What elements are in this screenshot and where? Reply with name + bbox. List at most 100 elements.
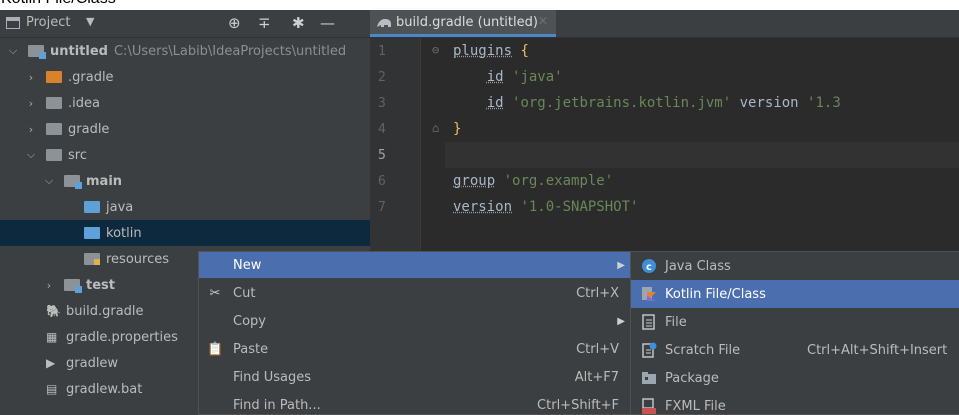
submenu-item-fxml-file[interactable]: FXML File <box>631 392 959 414</box>
menu-item-find-usages[interactable]: Find Usages Alt+F7 <box>199 364 631 390</box>
tree-item-label: kotlin <box>106 225 142 241</box>
submenu-arrow-icon: ▶ <box>617 259 625 271</box>
gear-icon[interactable]: ✱ <box>292 14 305 32</box>
code-token: 'org.example' <box>503 173 614 189</box>
line-number: 7 <box>378 200 386 215</box>
gradle-elephant-icon <box>377 19 391 27</box>
code-line[interactable]: group 'org.example' <box>453 168 613 194</box>
tab-build-gradle[interactable]: build.gradle (untitled) ✕ <box>370 10 556 37</box>
project-view-icon <box>6 17 20 29</box>
code-token: 'java' <box>512 69 563 85</box>
folder-icon <box>46 123 62 135</box>
close-icon[interactable]: ✕ <box>538 14 548 28</box>
context-menu: New ▶ ✂ Cut Ctrl+X Copy ▶ 📋 Paste Ctrl+V Find Usag… <box>198 251 632 415</box>
scratch-file-icon <box>642 342 657 358</box>
svg-text:c: c <box>646 262 652 273</box>
tree-item[interactable]: ⌵ src <box>0 142 370 168</box>
locate-file-icon[interactable]: ⊕ <box>228 14 241 32</box>
submenu-item-label: Scratch File <box>665 342 741 358</box>
tree-item-label: gradle.properties <box>66 329 178 345</box>
menu-item-label: Find Usages <box>233 369 312 385</box>
code-token: plugins <box>453 43 513 59</box>
submenu-item-scratch-file[interactable]: Scratch File Ctrl+Alt+Shift+Insert <box>631 336 959 364</box>
package-icon <box>642 372 656 384</box>
tree-item[interactable]: ⌵ untitled C:\Users\Labib\IdeaProjects\unt… <box>0 38 370 64</box>
menu-item-label: New <box>233 257 262 273</box>
menu-item-paste[interactable]: 📋 Paste Ctrl+V <box>199 336 631 362</box>
fxml-file-icon <box>642 398 656 414</box>
code-token: group <box>453 173 496 189</box>
chevron-right-icon[interactable]: › <box>24 97 38 110</box>
tree-item-label: gradlew.bat <box>66 381 143 397</box>
chevron-right-icon[interactable]: › <box>42 279 56 292</box>
tree-item-label: gradlew <box>66 355 119 371</box>
line-number: 1 <box>378 44 386 59</box>
caption-text: Kotlin File/Class <box>1 0 116 8</box>
code-token: version <box>731 95 808 111</box>
tree-item[interactable]: › .idea <box>0 90 370 116</box>
tree-item-label: src <box>68 147 87 163</box>
tree-item[interactable]: kotlin <box>0 220 370 246</box>
module-folder-icon <box>28 45 46 59</box>
submenu-item-kotlin-file-class[interactable]: Kotlin File/Class <box>631 280 959 308</box>
submenu-item-label: Package <box>665 370 719 386</box>
hide-panel-icon[interactable]: — <box>320 14 335 32</box>
chevron-down-icon[interactable]: ⌵ <box>42 174 56 188</box>
code-token: 'org.jetbrains.kotlin.jvm' <box>512 95 732 111</box>
menu-item-shortcut: Ctrl+X <box>576 285 619 301</box>
module-folder-icon <box>64 279 82 293</box>
tree-item-label: gradle <box>68 121 110 137</box>
submenu-item-file[interactable]: File <box>631 308 959 336</box>
fold-start-icon[interactable]: ⊖ <box>432 43 439 57</box>
java-class-icon: c <box>642 259 656 273</box>
tree-item-label: .gradle <box>68 69 114 85</box>
code-token: } <box>453 121 462 137</box>
tree-item[interactable]: java <box>0 194 370 220</box>
tree-item[interactable]: › .gradle <box>0 64 370 90</box>
submenu-item-package[interactable]: Package <box>631 364 959 392</box>
submenu-item-label: FXML File <box>665 398 726 414</box>
chevron-right-icon[interactable]: › <box>24 123 38 136</box>
chevron-down-icon[interactable]: ⌵ <box>6 44 20 58</box>
source-folder-icon <box>84 201 100 213</box>
code-token: id <box>486 95 504 111</box>
submenu-item-java-class[interactable]: c Java Class <box>631 252 959 280</box>
tree-item-label: build.gradle <box>66 303 144 319</box>
code-line[interactable] <box>445 142 959 168</box>
new-submenu: c Java Class Kotlin File/Class File Scratch … <box>630 251 959 415</box>
code-line[interactable]: } <box>453 116 461 142</box>
menu-item-new[interactable]: New ▶ <box>199 252 631 278</box>
line-number: 5 <box>378 148 386 163</box>
properties-file-icon: ▦ <box>46 330 58 344</box>
submenu-item-label: Java Class <box>665 258 731 274</box>
menu-item-copy[interactable]: Copy ▶ <box>199 308 631 334</box>
menu-item-cut[interactable]: ✂ Cut Ctrl+X <box>199 280 631 306</box>
code-token: '1.0-SNAPSHOT' <box>520 199 639 215</box>
code-line[interactable]: id 'org.jetbrains.kotlin.jvm' version '1… <box>453 90 841 116</box>
code-token: id <box>486 69 504 85</box>
fold-end-icon[interactable]: ⌂ <box>432 121 439 135</box>
collapse-all-icon[interactable]: ∓ <box>258 14 271 32</box>
project-view-selector[interactable]: Project <box>26 15 70 30</box>
code-line[interactable]: plugins { <box>453 38 529 64</box>
code-line[interactable]: version '1.0-SNAPSHOT' <box>453 194 638 220</box>
chevron-down-icon[interactable]: ▼ <box>86 15 94 28</box>
text-file-icon: ▤ <box>46 382 58 396</box>
line-number: 4 <box>378 122 386 137</box>
submenu-item-shortcut: Ctrl+Alt+Shift+Insert <box>807 342 948 358</box>
chevron-down-icon[interactable]: ⌵ <box>24 148 38 162</box>
tree-item[interactable]: › gradle <box>0 116 370 142</box>
menu-item-find-in-path[interactable]: Find in Path... Ctrl+Shift+F <box>199 392 631 414</box>
tree-item[interactable]: ⌵ main <box>0 168 370 194</box>
chevron-right-icon[interactable]: › <box>24 71 38 84</box>
menu-item-shortcut: Ctrl+V <box>576 341 619 357</box>
caption-strip: Kotlin File/Class <box>0 0 959 10</box>
tree-item-label: .idea <box>68 95 100 111</box>
line-number: 3 <box>378 96 386 111</box>
project-path: C:\Users\Labib\IdeaProjects\untitled <box>113 43 347 59</box>
code-line[interactable]: id 'java' <box>453 64 563 90</box>
